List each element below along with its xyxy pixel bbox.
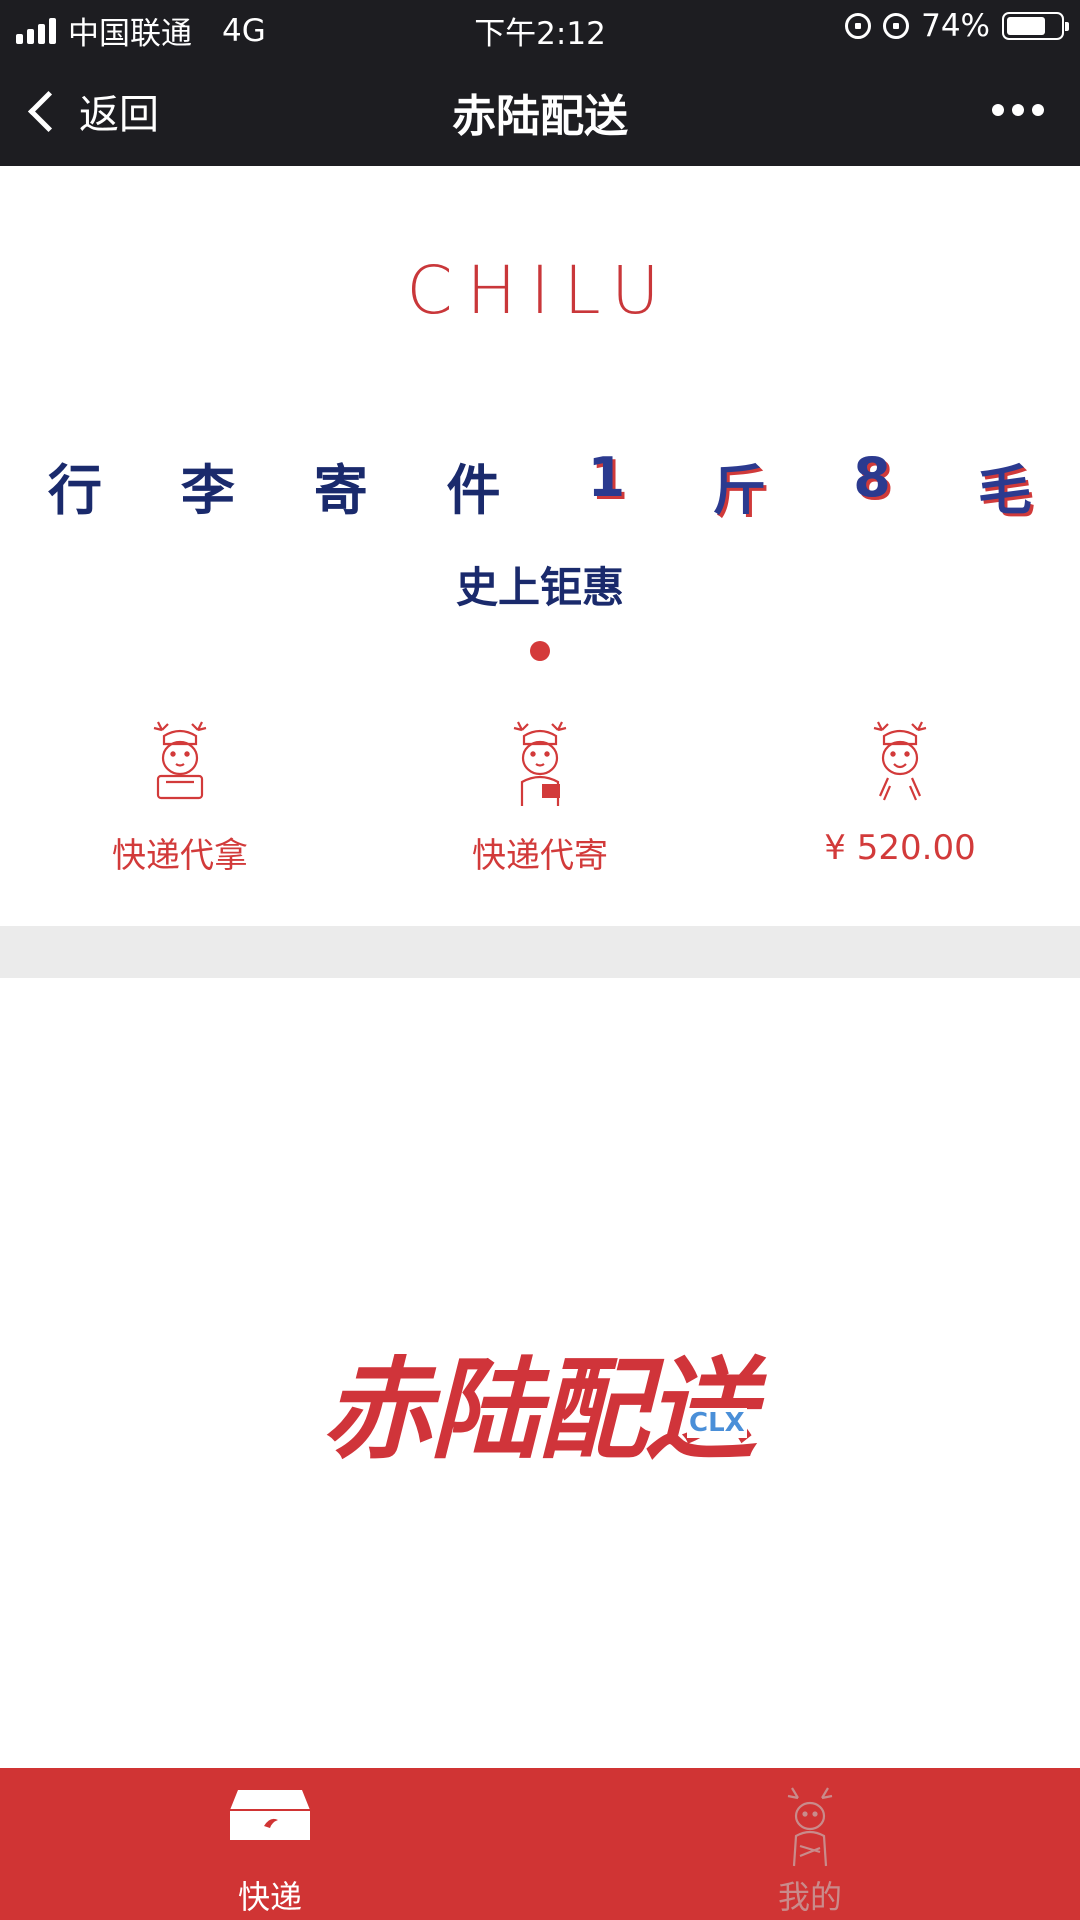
slogan-char: 1 (587, 446, 626, 509)
tab-express[interactable]: 快递 (0, 1768, 540, 1920)
section-divider (0, 926, 1080, 978)
slogan-char: 行 (48, 459, 102, 522)
deer-parcel-icon (513, 721, 567, 806)
service-grid: 快递代拿 快递代寄 ¥ 520.00 (0, 720, 1080, 880)
status-right: 74% (845, 8, 1069, 44)
tab-label: 快递 (237, 1878, 302, 1916)
slogan-char: 李 (180, 459, 235, 522)
banner-subtitle: 史上钜惠 (455, 563, 624, 612)
alarm-icon (883, 13, 910, 39)
page-indicator-dot[interactable] (530, 641, 550, 661)
nav-bar: 返回 赤陆配送 (0, 60, 1080, 166)
slogan-char: 毛 (977, 459, 1032, 522)
service-price[interactable]: ¥ 520.00 (720, 720, 1080, 880)
status-bar: 中国联通 4G 下午2:12 74% (0, 0, 1080, 54)
banner-logo: CHILU (406, 252, 674, 329)
service-send[interactable]: 快递代寄 (360, 720, 720, 880)
service-label: 快递代拿 (112, 836, 248, 876)
orientation-lock-icon (845, 13, 872, 39)
tab-mine[interactable]: 我的 (540, 1768, 1080, 1920)
slogan-char: 斤 (712, 459, 767, 522)
battery-icon (1002, 12, 1069, 40)
top-bar: 中国联通 4G 下午2:12 74% 返回 赤陆配送 (0, 0, 1080, 166)
tab-bar: 快递 我的 (0, 1768, 1080, 1920)
service-pickup[interactable]: 快递代拿 (0, 720, 360, 880)
box-icon (230, 1790, 310, 1840)
slogan-char: 件 (446, 459, 501, 522)
deer-money-icon (873, 721, 927, 801)
battery-percent: 74% (921, 8, 990, 44)
service-label: 快递代寄 (472, 836, 608, 876)
brand-logo: 赤陆配送 CLX (322, 1320, 756, 1474)
slogan-char: 寄 (313, 459, 368, 522)
brand-logo-en: CLX (687, 1408, 747, 1438)
banner-slogan: 行 李 寄 件 1 斤 8 毛 (40, 446, 1040, 525)
slogan-char: 8 (853, 446, 891, 509)
deer-box-icon (153, 721, 207, 800)
page-title: 赤陆配送 (452, 91, 628, 142)
tab-label: 我的 (777, 1878, 842, 1916)
service-label: ¥ 520.00 (824, 828, 976, 868)
deer-avatar-icon (787, 1787, 833, 1867)
more-icon[interactable] (992, 104, 1044, 116)
brand-logo-cn: 赤陆配送 (322, 1346, 756, 1474)
